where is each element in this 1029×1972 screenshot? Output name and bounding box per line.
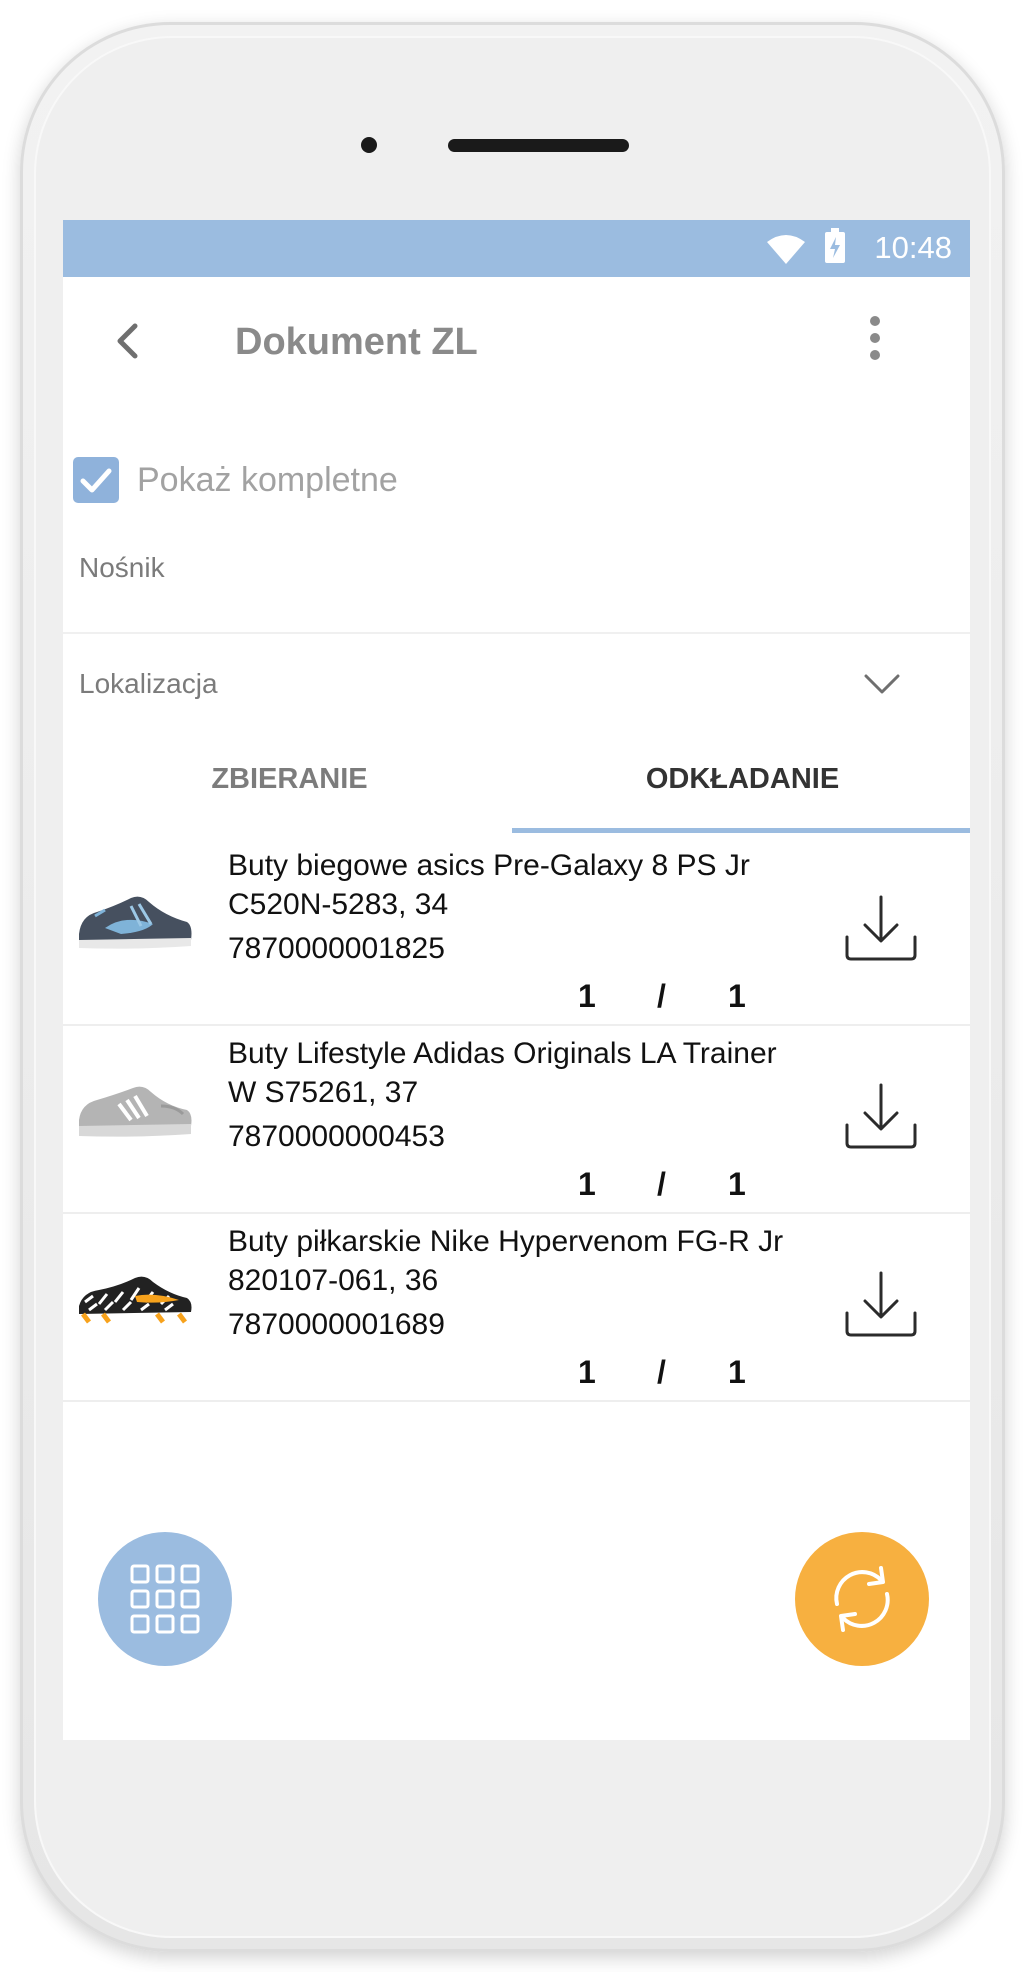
item-name: Buty biegowe asics Pre-Galaxy 8 PS Jr C5… xyxy=(228,849,750,921)
download-icon[interactable] xyxy=(843,893,919,965)
grid-icon xyxy=(130,1564,200,1634)
back-arrow-icon[interactable] xyxy=(108,319,148,363)
list-item[interactable]: Buty Lifestyle Adidas Originals LA Train… xyxy=(63,1026,970,1214)
battery-charging-icon xyxy=(825,228,845,263)
tab-bar: ZBIERANIE ODKŁADANIE xyxy=(63,744,970,836)
carrier-field-label[interactable]: Nośnik xyxy=(79,552,165,584)
item-code: 7870000000453 xyxy=(228,1120,445,1153)
more-vert-icon[interactable] xyxy=(863,313,887,363)
wifi-icon xyxy=(767,235,805,264)
show-complete-label: Pokaż kompletne xyxy=(137,461,398,499)
item-code: 7870000001689 xyxy=(228,1308,445,1341)
list-item[interactable]: Buty piłkarskie Nike Hypervenom FG-R Jr … xyxy=(63,1214,970,1402)
item-name: Buty piłkarskie Nike Hypervenom FG-R Jr … xyxy=(228,1225,784,1297)
item-qty-total: 1 xyxy=(728,978,746,1014)
list-item[interactable]: Buty biegowe asics Pre-Galaxy 8 PS Jr C5… xyxy=(63,838,970,1026)
status-time: 10:48 xyxy=(874,230,952,265)
grid-menu-button[interactable] xyxy=(98,1532,232,1666)
page-title: Dokument ZL xyxy=(235,321,478,363)
show-complete-toggle[interactable]: Pokaż kompletne xyxy=(73,452,673,508)
item-qty-separator: / xyxy=(657,1166,666,1202)
refresh-icon xyxy=(834,1566,890,1632)
item-qty-done: 1 xyxy=(578,1354,596,1390)
shoe-nike-image xyxy=(79,1276,192,1324)
download-icon[interactable] xyxy=(843,1269,919,1341)
item-qty-separator: / xyxy=(657,1354,666,1390)
shoe-asics-image xyxy=(79,896,192,949)
download-icon[interactable] xyxy=(843,1081,919,1153)
chevron-down-icon[interactable] xyxy=(863,672,901,696)
item-qty-done: 1 xyxy=(578,1166,596,1202)
app-screen: 10:48 Dokument ZL Pokaż kompletne Nośnik… xyxy=(63,220,970,1740)
tab-zbieranie[interactable]: ZBIERANIE xyxy=(63,744,516,830)
item-qty-total: 1 xyxy=(728,1166,746,1202)
item-code: 7870000001825 xyxy=(228,932,445,965)
location-field-label[interactable]: Lokalizacja xyxy=(79,668,218,700)
item-name: Buty Lifestyle Adidas Originals LA Train… xyxy=(228,1037,777,1109)
tab-odkladanie[interactable]: ODKŁADANIE xyxy=(516,744,969,830)
refresh-button[interactable] xyxy=(795,1532,929,1666)
shoe-adidas-image xyxy=(79,1086,192,1137)
earpiece-speaker xyxy=(448,139,629,152)
status-bar: 10:48 xyxy=(63,220,970,277)
show-complete-checkbox[interactable] xyxy=(73,457,119,503)
item-qty-done: 1 xyxy=(578,978,596,1014)
front-camera xyxy=(361,137,377,153)
item-qty-separator: / xyxy=(657,978,666,1014)
checkmark-icon xyxy=(80,468,112,493)
carrier-divider xyxy=(63,632,970,634)
tab-active-indicator xyxy=(512,828,970,833)
item-qty-total: 1 xyxy=(728,1354,746,1390)
app-bar: Dokument ZL xyxy=(63,277,970,397)
